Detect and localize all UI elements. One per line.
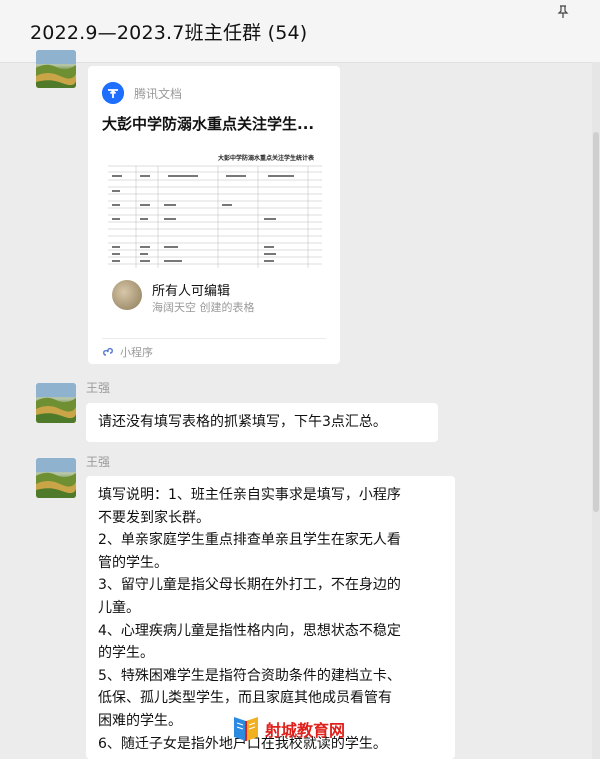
card-creator: 海阔天空 创建的表格	[152, 301, 255, 314]
spreadsheet-preview: 大彭中学防溺水重点关注学生统计表	[108, 150, 322, 268]
card-divider	[102, 338, 326, 339]
message-bubble[interactable]: 请还没有填写表格的抓紧填写，下午3点汇总。	[86, 403, 438, 442]
preview-title: 大彭中学防溺水重点关注学生统计表	[218, 154, 315, 162]
card-permission: 所有人可编辑	[152, 284, 231, 299]
scrollbar-track[interactable]	[592, 62, 600, 759]
pin-icon[interactable]	[556, 4, 570, 18]
card-source-name: 腾讯文档	[134, 87, 183, 101]
tencent-docs-logo	[102, 82, 124, 104]
sender-name: 王强	[86, 455, 111, 469]
message-text: 请还没有填写表格的抓紧填写，下午3点汇总。	[98, 414, 387, 430]
book-logo-icon	[231, 715, 261, 743]
message-line: 5、特殊困难学生是指符合资助条件的建档立卡、	[98, 667, 401, 684]
message-line: 填写说明：1、班主任亲自实事求是填写，小程序	[98, 487, 401, 503]
message-line: 不要发到家长群。	[98, 509, 210, 526]
sender-name: 王强	[86, 381, 111, 395]
avatar[interactable]	[36, 50, 76, 88]
avatar[interactable]	[36, 458, 76, 498]
card-footer-label: 小程序	[120, 346, 153, 359]
chat-title-bar: 2022.9—2023.7班主任群 (54)	[0, 0, 600, 63]
mini-program-icon	[102, 345, 116, 359]
scrollbar-thumb[interactable]	[593, 132, 599, 512]
message-line: 的学生。	[98, 645, 154, 662]
message-line: 3、留守儿童是指父母长期在外打工，不在身边的	[98, 577, 401, 594]
card-title: 大彭中学防溺水重点关注学生...	[102, 115, 315, 133]
chat-title: 2022.9—2023.7班主任群 (54)	[30, 22, 308, 44]
message-line: 4、心理疾病儿童是指性格内向，思想状态不稳定	[98, 622, 401, 639]
message-line: 儿童。	[98, 600, 140, 616]
message-line: 低保、孤儿类型学生，而且家庭其他成员看管有	[98, 690, 392, 707]
creator-avatar	[112, 280, 142, 310]
watermark-text: 射城教育网	[265, 721, 346, 740]
avatar[interactable]	[36, 383, 76, 423]
message-line: 困难的学生。	[98, 713, 182, 729]
shared-document-card[interactable]: 腾讯文档 大彭中学防溺水重点关注学生... 大彭中学防溺水重点关注学生统计表 所…	[88, 66, 340, 364]
message-line: 管的学生。	[98, 554, 168, 571]
card-footer: 小程序	[102, 344, 153, 360]
message-line: 2、单亲家庭学生重点排查单亲且学生在家无人看	[98, 532, 401, 549]
